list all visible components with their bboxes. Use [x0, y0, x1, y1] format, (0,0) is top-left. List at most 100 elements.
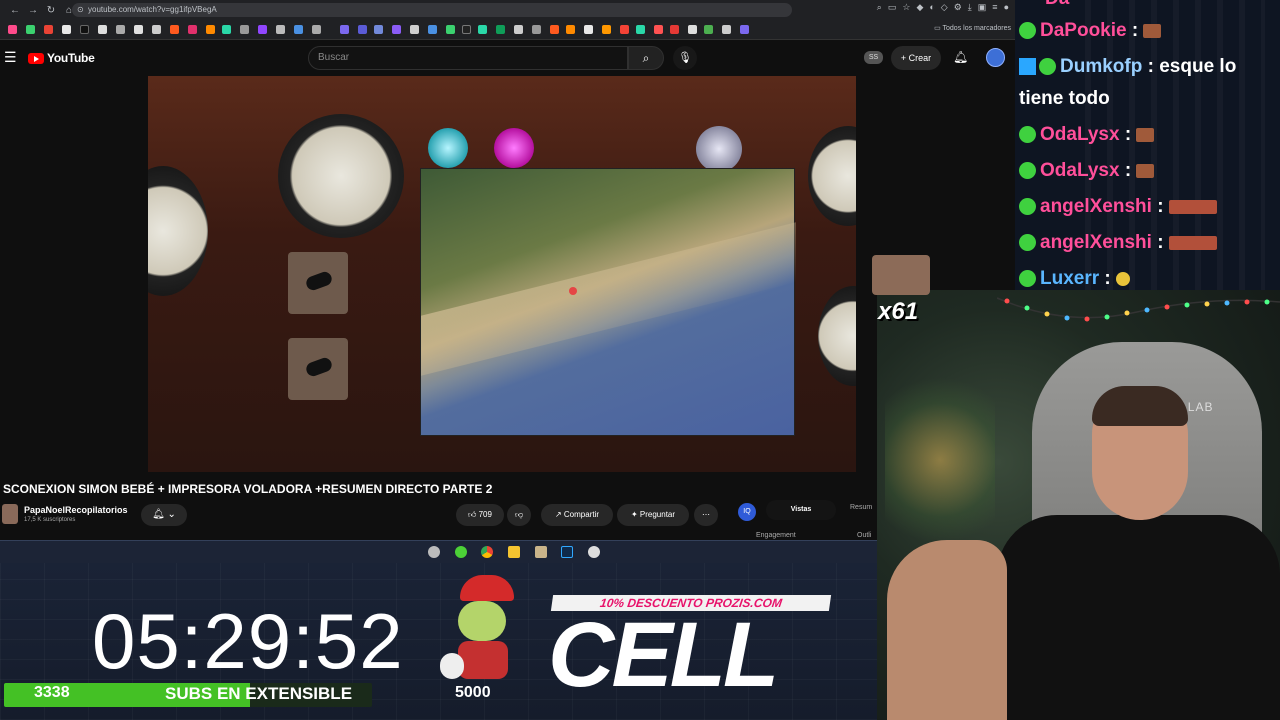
bookmark-icon[interactable]: [410, 25, 419, 34]
taskbar-app-icon[interactable]: [588, 546, 600, 558]
bookmark-icon[interactable]: [620, 25, 629, 34]
mascot-face: [458, 601, 506, 641]
channel-name[interactable]: PapaNoelRecopilatorios: [24, 505, 128, 515]
bookmark-icon[interactable]: [550, 25, 559, 34]
bookmark-icon[interactable]: [26, 25, 35, 34]
photoshop-icon[interactable]: [561, 546, 573, 558]
bookmark-icon[interactable]: [312, 25, 321, 34]
bookmark-icon[interactable]: [688, 25, 697, 34]
bookmark-icon[interactable]: [428, 25, 437, 34]
bookmark-icon[interactable]: [722, 25, 731, 34]
bookmark-icon[interactable]: [116, 25, 125, 34]
bookmark-icon[interactable]: [392, 25, 401, 34]
bookmark-icon[interactable]: [584, 25, 593, 34]
zoom-icon[interactable]: ⌕: [877, 2, 882, 13]
bookmark-icon[interactable]: [340, 25, 349, 34]
emote-combo-count: x61: [878, 298, 919, 325]
channel-avatar[interactable]: [2, 504, 18, 524]
bookmark-icon[interactable]: [496, 25, 505, 34]
bookmark-icon[interactable]: [602, 25, 611, 34]
bookmark-icon[interactable]: [44, 25, 53, 34]
christmas-tree-image: [885, 360, 995, 560]
ss-badge[interactable]: SS: [864, 51, 883, 64]
extension-icon[interactable]: ◇: [941, 2, 948, 13]
sidebar-icon[interactable]: ≡: [992, 2, 997, 13]
youtube-logo[interactable]: YouTube: [28, 51, 95, 65]
bookmark-icon[interactable]: [654, 25, 663, 34]
bookmark-icon[interactable]: [478, 25, 487, 34]
extension-icon[interactable]: ⚙: [954, 2, 962, 13]
extension-icon[interactable]: ◆: [916, 2, 923, 13]
extension-icon[interactable]: ◐: [929, 2, 934, 13]
star-icon[interactable]: ☆: [902, 2, 910, 13]
search-button[interactable]: ⌕: [628, 46, 664, 70]
bookmark-icon[interactable]: [188, 25, 197, 34]
bookmark-icon[interactable]: [704, 25, 713, 34]
tab-resumen[interactable]: Resum: [850, 504, 872, 511]
bookmark-icon[interactable]: [206, 25, 215, 34]
switch-image: [288, 338, 348, 400]
bookmark-icon[interactable]: [276, 25, 285, 34]
extension-panel: IQ Vistas Resum Engagement Outli: [732, 496, 882, 544]
bookmark-icon[interactable]: [80, 25, 89, 34]
bookmarks-bar: ▭ Todos los marcadores: [0, 20, 1015, 40]
bookmark-icon[interactable]: [514, 25, 523, 34]
bookmark-icon[interactable]: [152, 25, 161, 34]
forward-icon[interactable]: →: [24, 5, 42, 16]
create-button[interactable]: + Crear: [891, 46, 941, 70]
bookmark-icon[interactable]: [532, 25, 541, 34]
url-field[interactable]: ⊙ youtube.com/watch?v=gg1ifpVBegA: [72, 3, 792, 17]
bookmark-icon[interactable]: [566, 25, 575, 34]
ask-button[interactable]: ✦ Preguntar: [617, 504, 689, 526]
bookmark-icon[interactable]: [446, 25, 455, 34]
chat-username: Luxerr: [1040, 268, 1100, 289]
cast-icon[interactable]: ▭: [888, 2, 897, 13]
back-icon[interactable]: ←: [6, 5, 24, 16]
tab-search-icon[interactable]: ▣: [978, 2, 987, 13]
site-info-icon[interactable]: ⊙: [77, 3, 84, 17]
bookmark-icon[interactable]: [462, 25, 471, 34]
emote-image: [1136, 163, 1155, 178]
taskbar-app-icon[interactable]: [535, 546, 547, 558]
bookmark-icon[interactable]: [258, 25, 267, 34]
chrome-icon[interactable]: [481, 546, 493, 558]
download-icon[interactable]: ⤓: [968, 2, 972, 13]
bookmark-icon[interactable]: [98, 25, 107, 34]
notifications-icon[interactable]: 🔔︎: [953, 50, 968, 64]
chat-username: DaPookie: [1040, 20, 1127, 41]
bookmark-icon[interactable]: [240, 25, 249, 34]
folder-icon[interactable]: [508, 546, 520, 558]
bookmark-icon[interactable]: [62, 25, 71, 34]
bookmark-icon[interactable]: [134, 25, 143, 34]
share-button[interactable]: ↗ Compartir: [541, 504, 613, 526]
subscribe-bell-button[interactable]: 🔔︎ ⌄: [141, 504, 187, 526]
bookmark-icon[interactable]: [358, 25, 367, 34]
santa-hat: [460, 575, 514, 601]
extension-logo-icon[interactable]: IQ: [738, 503, 756, 521]
video-player[interactable]: [148, 76, 856, 472]
account-avatar[interactable]: [986, 48, 1005, 67]
bookmark-icon[interactable]: [636, 25, 645, 34]
like-button[interactable]: 👍︎ 709: [456, 504, 504, 526]
more-actions-button[interactable]: ⋯: [694, 504, 718, 526]
taskbar-app-icon[interactable]: [455, 546, 467, 558]
bookmark-icon[interactable]: [670, 25, 679, 34]
bookmark-icon[interactable]: [374, 25, 383, 34]
voice-search-button[interactable]: 🎙︎: [673, 46, 697, 70]
tab-vistas[interactable]: Vistas: [766, 500, 836, 520]
bookmark-icon[interactable]: [294, 25, 303, 34]
bookmark-icon[interactable]: [222, 25, 231, 34]
search-input[interactable]: Buscar: [308, 46, 628, 70]
menu-icon[interactable]: ☰: [4, 49, 17, 66]
taskbar-app-icon[interactable]: [428, 546, 440, 558]
subathon-timer: 05:29:52: [92, 597, 404, 685]
dislike-button[interactable]: 👎︎: [507, 504, 531, 526]
profile-icon[interactable]: ●: [1004, 2, 1009, 13]
bookmark-icon[interactable]: [8, 25, 17, 34]
youtube-play-icon: [28, 52, 44, 64]
bookmark-icon[interactable]: [740, 25, 749, 34]
chat-username: OdaLysx: [1040, 124, 1120, 145]
bookmark-icon[interactable]: [170, 25, 179, 34]
reload-icon[interactable]: ↻: [42, 5, 60, 16]
all-bookmarks-link[interactable]: ▭ Todos los marcadores: [934, 24, 1011, 32]
